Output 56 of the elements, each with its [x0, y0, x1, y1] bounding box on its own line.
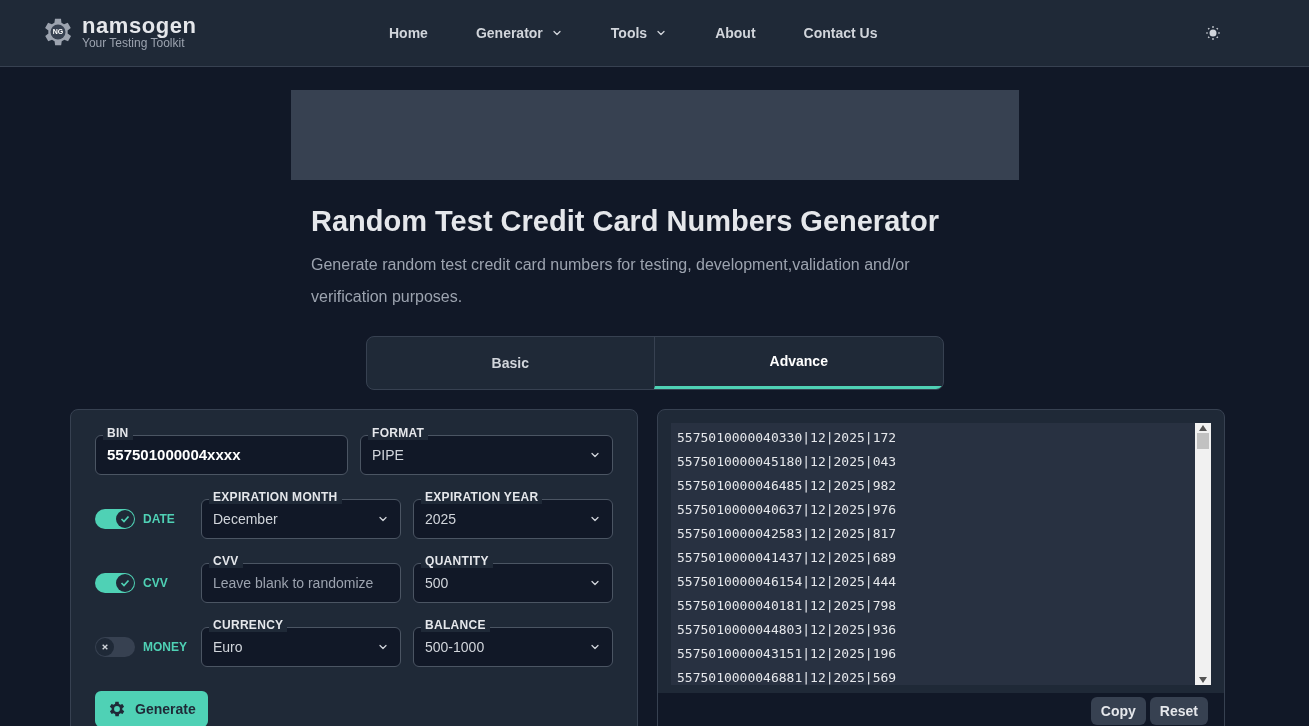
nav-link[interactable]: About — [715, 22, 756, 44]
scroll-up-icon[interactable] — [1199, 425, 1207, 431]
check-icon — [119, 577, 131, 589]
nav-link[interactable]: Generator — [475, 22, 563, 44]
card-number-line: 5575010000043151|12|2025|196 — [677, 645, 898, 663]
nav-link[interactable]: Home — [389, 22, 428, 44]
field-label: BIN — [103, 426, 133, 440]
field-label: QUANTITY — [421, 554, 493, 568]
scroll-down-icon[interactable] — [1199, 677, 1207, 683]
card-number-line: 5575010000041437|12|2025|689 — [677, 549, 898, 567]
card-number-line: 5575010000042583|12|2025|817 — [677, 525, 898, 543]
placeholder-text: Leave blank to randomize — [213, 573, 374, 593]
card-number-line: 5575010000040181|12|2025|798 — [677, 597, 898, 615]
gear-icon — [107, 699, 127, 719]
field-value: 500 — [425, 573, 450, 593]
card-number-line: 5575010000044803|12|2025|936 — [677, 621, 898, 639]
toggle-label: MONEY — [143, 639, 187, 656]
brand-tagline: Your Testing Toolkit — [82, 37, 185, 49]
close-icon — [101, 643, 109, 651]
toggle-switch[interactable] — [95, 509, 135, 529]
scrollbar-thumb[interactable] — [1197, 433, 1209, 449]
page-description: Generate random test credit card numbers for testing, development,validation and/or verification purposes. — [311, 255, 911, 307]
field-label: CVV — [209, 554, 243, 568]
toggle-label: DATE — [143, 511, 175, 528]
field-value: PIPE — [372, 445, 405, 465]
field-label: EXPIRATION MONTH — [209, 490, 342, 504]
card-number-line: 5575010000040637|12|2025|976 — [677, 501, 898, 519]
toggle-switch[interactable] — [95, 637, 135, 657]
scrollbar[interactable] — [1195, 423, 1211, 685]
brand-name[interactable]: namsogen — [82, 15, 197, 37]
field-value: Euro — [213, 637, 244, 657]
tab[interactable]: Advance — [654, 337, 943, 389]
card-number-line: 5575010000046485|12|2025|982 — [677, 477, 898, 495]
card-number-line: 5575010000045180|12|2025|043 — [677, 453, 898, 471]
action-button[interactable]: Reset — [1149, 697, 1208, 725]
card-number-line: 5575010000046154|12|2025|444 — [677, 573, 898, 591]
field-value: 557501000004xxxx — [107, 444, 242, 465]
field-value: 2025 — [425, 509, 458, 529]
generate-button[interactable]: Generate — [95, 691, 208, 726]
action-button[interactable]: Copy — [1090, 697, 1146, 725]
field-value: 500-1000 — [425, 637, 486, 657]
tab[interactable]: Basic — [366, 337, 654, 389]
field-value: December — [213, 509, 279, 529]
toggle-switch[interactable] — [95, 573, 135, 593]
check-icon — [119, 513, 131, 525]
field-label: FORMAT — [368, 426, 429, 440]
card-number-line: 5575010000046881|12|2025|569 — [677, 669, 898, 687]
field-label: CURRENCY — [209, 618, 288, 632]
field-label: BALANCE — [421, 618, 490, 632]
page-title: Random Test Credit Card Numbers Generator — [311, 204, 940, 239]
field-label: EXPIRATION YEAR — [421, 490, 543, 504]
toggle-label: CVV — [143, 575, 168, 592]
card-number-line: 5575010000040330|12|2025|172 — [677, 429, 898, 447]
nav-link[interactable]: Contact Us — [803, 22, 878, 44]
nav-link[interactable]: Tools — [610, 22, 668, 44]
theme-toggle-icon[interactable] — [1205, 25, 1221, 41]
